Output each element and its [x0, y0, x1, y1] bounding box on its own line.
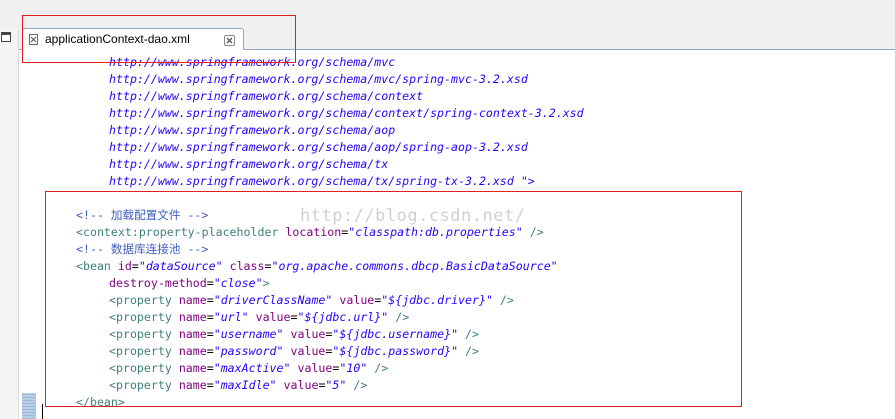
code-line: http://www.springframework.org/schema/ao… — [109, 140, 528, 154]
code-line: <context:property-placeholder location="… — [76, 225, 544, 239]
editor-tab[interactable]: applicationContext-dao.xml — [22, 28, 244, 50]
property-line: <property name="password" value="${jdbc.… — [109, 344, 479, 358]
property-line: <property name="url" value="${jdbc.url}"… — [109, 310, 410, 324]
eclipse-editor-window: applicationContext-dao.xml http://www.sp… — [0, 0, 895, 419]
xml-file-icon — [29, 34, 38, 45]
code-line: http://www.springframework.org/schema/co… — [109, 89, 424, 103]
code-comment: <!-- 数据库连接池 --> — [76, 242, 209, 256]
restore-view-icon[interactable] — [1, 32, 11, 42]
editor-ruler — [19, 50, 41, 419]
code-line: http://www.springframework.org/schema/tx — [109, 157, 389, 171]
code-line: http://www.springframework.org/schema/co… — [109, 106, 584, 120]
tab-label: applicationContext-dao.xml — [45, 32, 190, 46]
code-line: destroy-method="close"> — [109, 276, 270, 290]
code-line: http://www.springframework.org/schema/ao… — [109, 123, 396, 137]
left-side-panel — [0, 30, 19, 419]
top-toolbar-strip — [0, 0, 895, 30]
code-line: http://www.springframework.org/schema/tx… — [109, 174, 535, 188]
ruler-current-line-marker — [22, 393, 36, 419]
code-line: <bean id="dataSource" class="org.apache.… — [76, 259, 558, 273]
property-line: <property name="maxActive" value="10" /> — [109, 361, 389, 375]
close-tab-icon[interactable] — [224, 33, 235, 46]
property-line: <property name="username" value="${jdbc.… — [109, 327, 479, 341]
property-line: <property name="maxIdle" value="5" /> — [109, 378, 368, 392]
code-comment: <!-- 加载配置文件 --> — [76, 208, 209, 222]
code-line: </bean> — [76, 395, 125, 409]
code-line: http://www.springframework.org/schema/mv… — [109, 55, 396, 69]
property-line: <property name="driverClassName" value="… — [109, 293, 514, 307]
code-line: http://www.springframework.org/schema/mv… — [109, 72, 528, 86]
text-caret — [42, 404, 43, 419]
